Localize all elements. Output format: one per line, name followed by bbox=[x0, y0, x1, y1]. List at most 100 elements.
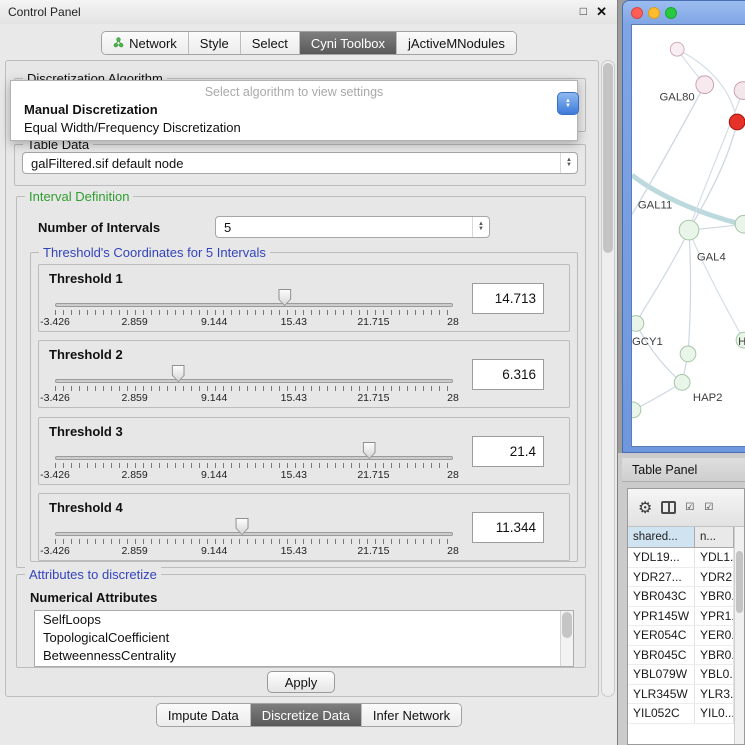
table-cell[interactable]: YPR1... bbox=[695, 607, 734, 626]
tab-network[interactable]: Network bbox=[102, 32, 189, 54]
network-node[interactable] bbox=[670, 42, 684, 56]
threshold-1-value-field[interactable]: 14.713 bbox=[472, 283, 544, 314]
table-cell[interactable]: YBR045C bbox=[628, 646, 695, 665]
table-data-combobox[interactable]: galFiltered.sif default node ▲ ▼ bbox=[22, 152, 578, 174]
table-cell[interactable]: YBR0... bbox=[695, 646, 734, 665]
dropdown-placeholder-item[interactable]: Select algorithm to view settings bbox=[11, 84, 577, 101]
table-row[interactable]: YIL052CYIL0... bbox=[628, 704, 734, 724]
table-row[interactable]: YLR345WYLR3... bbox=[628, 685, 734, 705]
slider-rail bbox=[55, 289, 453, 307]
network-node[interactable] bbox=[632, 316, 644, 332]
numerical-attributes-label: Numerical Attributes bbox=[30, 590, 157, 605]
tab-discretize-data[interactable]: Discretize Data bbox=[251, 704, 362, 726]
network-node[interactable] bbox=[679, 220, 699, 240]
apply-button[interactable]: Apply bbox=[267, 671, 335, 693]
tab-impute-data[interactable]: Impute Data bbox=[157, 704, 251, 726]
slider-thumb[interactable] bbox=[278, 289, 291, 306]
close-icon[interactable]: ✕ bbox=[596, 4, 607, 20]
close-traffic-light[interactable] bbox=[631, 7, 643, 19]
network-canvas[interactable]: GAL80GAL11GAL4GCY1HAP2H bbox=[631, 24, 745, 447]
table-cell[interactable]: YDL19... bbox=[628, 548, 695, 567]
slider-thumb[interactable] bbox=[172, 365, 185, 382]
table-panel-header[interactable]: Table Panel bbox=[622, 458, 745, 482]
tab-select[interactable]: Select bbox=[241, 32, 300, 54]
network-edge[interactable] bbox=[636, 323, 682, 382]
gear-icon[interactable]: ⚙ bbox=[638, 498, 652, 518]
table-row[interactable]: YBR045CYBR0... bbox=[628, 646, 734, 666]
network-edge[interactable] bbox=[633, 382, 682, 410]
select-checkbox-icon[interactable]: ☑ bbox=[685, 502, 695, 513]
column-header-shared-name[interactable]: shared... bbox=[628, 527, 695, 547]
table-cell[interactable]: YIL0... bbox=[695, 704, 734, 723]
network-edge[interactable] bbox=[689, 230, 744, 340]
table-cell[interactable]: YBL079W bbox=[628, 665, 695, 684]
list-scrollbar[interactable] bbox=[560, 611, 573, 666]
columns-icon[interactable] bbox=[661, 501, 676, 514]
column-header-name[interactable]: n... bbox=[695, 527, 734, 547]
scrollbar-thumb[interactable] bbox=[603, 63, 613, 253]
table-cell[interactable]: YLR3... bbox=[695, 685, 734, 704]
attribute-list-item[interactable]: BetweennessCentrality bbox=[35, 647, 573, 665]
table-cell[interactable]: YDL1... bbox=[695, 548, 734, 567]
slider-scale-label: 9.144 bbox=[201, 392, 227, 404]
table-cell[interactable]: YBR043C bbox=[628, 587, 695, 606]
table-cell[interactable]: YLR345W bbox=[628, 685, 695, 704]
network-edge[interactable] bbox=[689, 91, 743, 231]
network-node[interactable] bbox=[729, 114, 745, 130]
network-node-label: H bbox=[738, 336, 745, 348]
network-node[interactable] bbox=[696, 76, 714, 94]
table-row[interactable]: YER054CYER0... bbox=[628, 626, 734, 646]
threshold-2-value-field[interactable]: 6.316 bbox=[472, 359, 544, 390]
attribute-list-item[interactable]: SelfLoops bbox=[35, 611, 573, 629]
table-row[interactable]: YDR27...YDR2... bbox=[628, 568, 734, 588]
network-node[interactable] bbox=[734, 82, 745, 100]
number-of-intervals-label: Number of Intervals bbox=[38, 220, 160, 235]
table-cell[interactable]: YER0... bbox=[695, 626, 734, 645]
table-cell[interactable]: YBL0... bbox=[695, 665, 734, 684]
dropdown-option-manual-discretization[interactable]: Manual Discretization bbox=[11, 101, 577, 119]
threshold-label: Threshold 4 bbox=[49, 500, 123, 515]
table-cell[interactable]: YDR27... bbox=[628, 568, 695, 587]
table-cell[interactable]: YDR2... bbox=[695, 568, 734, 587]
minimize-traffic-light[interactable] bbox=[648, 7, 660, 19]
network-node[interactable] bbox=[632, 402, 641, 418]
table-row[interactable]: YBR043CYBR0... bbox=[628, 587, 734, 607]
tab-jactivemnodules[interactable]: jActiveMNodules bbox=[397, 32, 516, 54]
dropdown-option-equal-width[interactable]: Equal Width/Frequency Discretization bbox=[11, 119, 577, 137]
tab-cyni-toolbox[interactable]: Cyni Toolbox bbox=[300, 32, 397, 54]
table-row[interactable]: YDL19...YDL1... bbox=[628, 548, 734, 568]
numerical-attributes-list[interactable]: SelfLoopsTopologicalCoefficientBetweenne… bbox=[34, 610, 574, 667]
network-edge[interactable] bbox=[688, 230, 690, 354]
table-cell[interactable]: YBR0... bbox=[695, 587, 734, 606]
select-all-checkbox-icon[interactable]: ☑ bbox=[704, 502, 714, 513]
tab-infer-network[interactable]: Infer Network bbox=[362, 704, 461, 726]
network-node[interactable] bbox=[674, 375, 690, 391]
table-scrollbar[interactable] bbox=[734, 527, 744, 744]
threshold-4-value-field[interactable]: 11.344 bbox=[472, 512, 544, 543]
float-window-icon[interactable]: □ bbox=[580, 4, 587, 18]
zoom-traffic-light[interactable] bbox=[665, 7, 677, 19]
table-cell[interactable]: YER054C bbox=[628, 626, 695, 645]
number-of-intervals-combobox[interactable]: 5 ▲ ▼ bbox=[215, 216, 490, 238]
node-attribute-table: ⚙ ☑ ☑ shared... n... YDL19...YDL1...YDR2… bbox=[627, 488, 745, 745]
table-panel-title: Table Panel bbox=[632, 463, 697, 477]
attribute-list-item[interactable]: TopologicalCoefficient bbox=[35, 629, 573, 647]
table-cell[interactable]: YIL052C bbox=[628, 704, 695, 723]
network-node[interactable] bbox=[735, 215, 745, 233]
tab-style[interactable]: Style bbox=[189, 32, 241, 54]
network-edge[interactable] bbox=[636, 230, 689, 323]
table-cell[interactable]: YPR145W bbox=[628, 607, 695, 626]
table-row[interactable]: YPR145WYPR1... bbox=[628, 607, 734, 627]
threshold-3-value-field[interactable]: 21.4 bbox=[472, 436, 544, 467]
slider-thumb[interactable] bbox=[236, 518, 249, 535]
network-view-window[interactable]: GAL80GAL11GAL4GCY1HAP2H bbox=[622, 0, 745, 453]
slider-thumb[interactable] bbox=[363, 442, 376, 459]
combobox-stepper[interactable]: ▲ ▼ bbox=[472, 217, 489, 237]
table-row[interactable]: YBL079WYBL0... bbox=[628, 665, 734, 685]
network-node[interactable] bbox=[680, 346, 696, 362]
control-panel-scrollbar[interactable] bbox=[601, 60, 615, 697]
scrollbar-thumb[interactable] bbox=[736, 551, 743, 613]
combobox-stepper[interactable]: ▲ ▼ bbox=[560, 153, 577, 173]
algorithm-combobox-stepper[interactable]: ▲ ▼ bbox=[557, 92, 579, 115]
scrollbar-thumb[interactable] bbox=[562, 612, 572, 638]
